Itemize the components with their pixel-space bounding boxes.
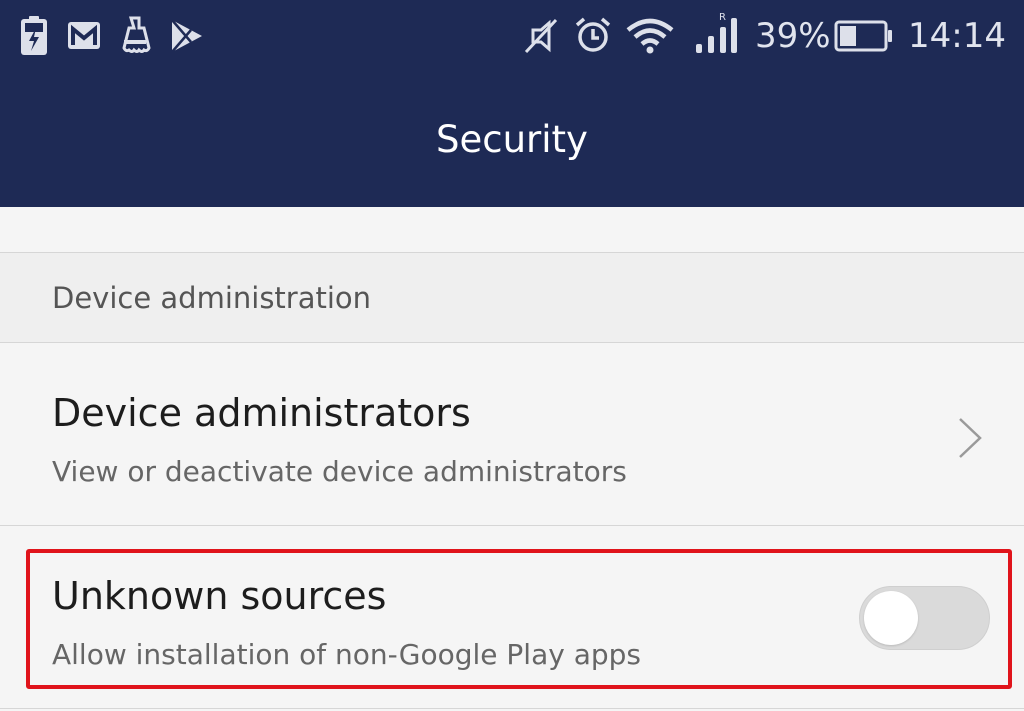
- cleaner-brush-icon: [122, 16, 151, 53]
- battery-percent: 39%: [755, 16, 831, 56]
- clock: 14:14: [908, 16, 1006, 56]
- section-header-device-administration: Device administration: [0, 253, 1024, 343]
- divider: [0, 708, 1024, 709]
- battery-icon: [834, 20, 892, 52]
- mute-icon: [524, 18, 558, 54]
- item-subtitle: View or deactivate device administrators: [52, 455, 627, 488]
- alarm-icon: [575, 17, 611, 52]
- section-title: Device administration: [52, 281, 372, 315]
- wifi-icon: [626, 18, 674, 54]
- chevron-right-icon: [959, 418, 982, 458]
- gmail-icon: [68, 22, 100, 49]
- device-administrators-item[interactable]: Device administrators View or deactivate…: [0, 343, 1024, 526]
- unknown-sources-toggle[interactable]: [859, 586, 990, 650]
- status-bar: R 39% 14:14: [0, 0, 1024, 76]
- roaming-label: R: [719, 12, 726, 23]
- signal-roaming-icon: R: [696, 12, 737, 53]
- page-title: Security: [436, 118, 588, 161]
- item-title: Device administrators: [52, 391, 471, 435]
- play-store-icon: [171, 19, 202, 53]
- battery-charging-icon: [21, 16, 47, 55]
- app-bar: R 39% 14:14 Security: [0, 0, 1024, 207]
- top-spacer: [0, 207, 1024, 253]
- toggle-knob: [864, 591, 918, 645]
